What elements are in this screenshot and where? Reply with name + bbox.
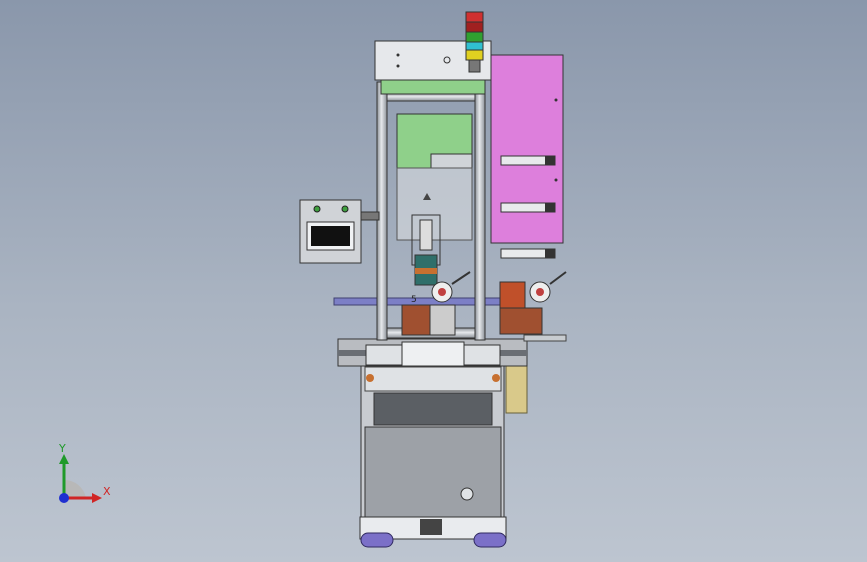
x-axis-label: X bbox=[103, 485, 111, 498]
door-lock bbox=[460, 487, 474, 501]
z-axis-dot bbox=[59, 493, 69, 503]
console-arm bbox=[360, 211, 380, 221]
signal-tower bbox=[465, 11, 484, 73]
cross-rail bbox=[333, 297, 525, 306]
cylinder-1 bbox=[500, 155, 556, 166]
machine-model[interactable]: 5 bbox=[0, 0, 867, 562]
cad-3d-viewport[interactable]: 5 Y X bbox=[0, 0, 867, 562]
part-marker: 5 bbox=[411, 295, 417, 305]
tank bbox=[505, 363, 528, 414]
fixture-right bbox=[499, 271, 567, 335]
cylinder-2 bbox=[500, 202, 556, 213]
side-panel bbox=[490, 54, 564, 244]
caster-left bbox=[360, 532, 394, 548]
cabinet-door bbox=[364, 426, 502, 518]
post-right bbox=[474, 81, 486, 341]
y-axis-label: Y bbox=[59, 442, 66, 455]
coordinate-triad[interactable]: Y X bbox=[52, 442, 116, 508]
top-guard bbox=[380, 79, 486, 95]
cylinder-3 bbox=[500, 248, 556, 259]
caster-right bbox=[473, 532, 507, 548]
post-left bbox=[376, 81, 388, 341]
